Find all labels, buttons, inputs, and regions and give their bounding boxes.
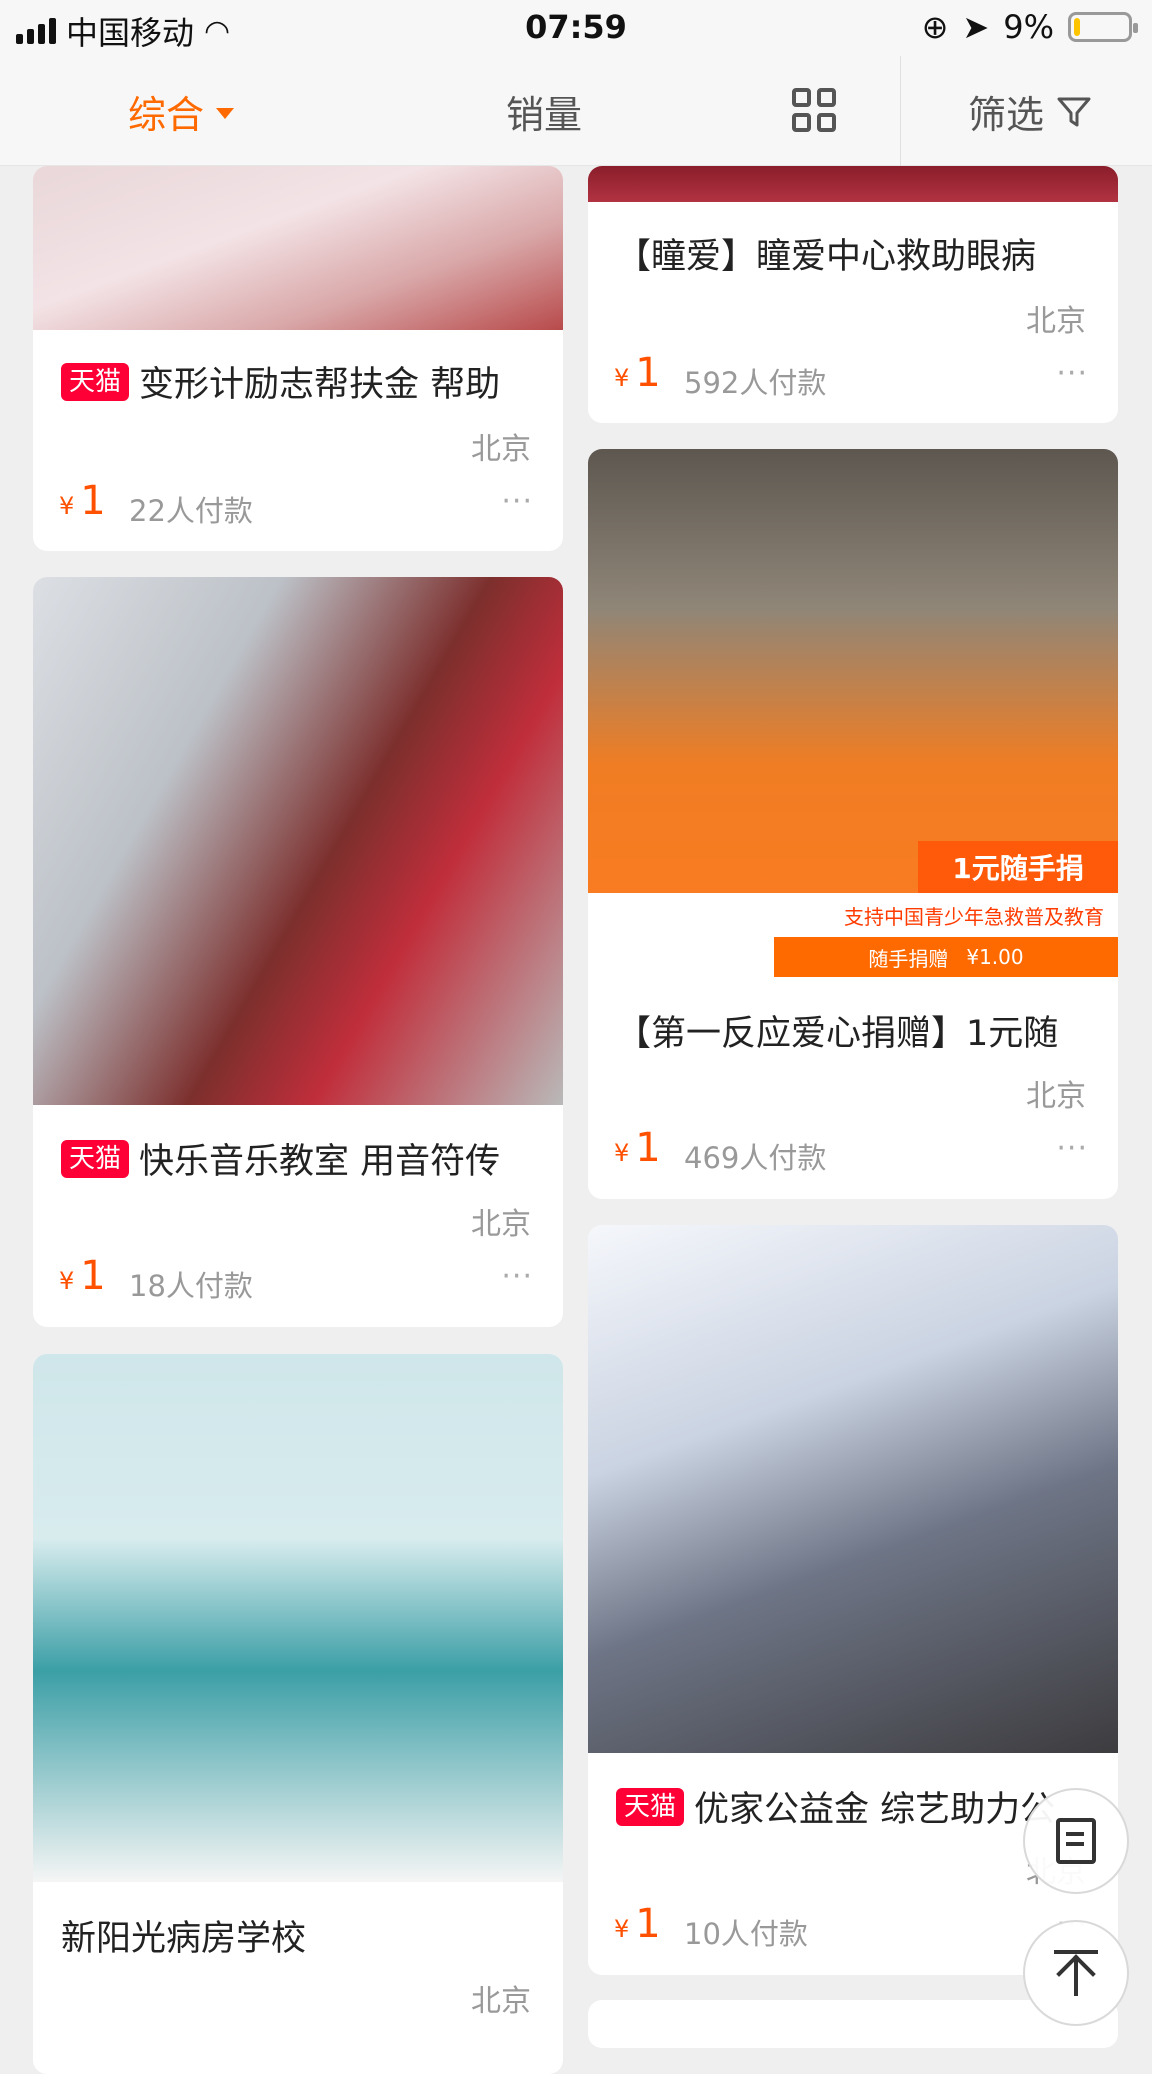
image-strip-label: 随手捐赠 xyxy=(868,946,949,971)
product-location: 北京 xyxy=(471,432,531,467)
sort-comprehensive-label: 综合 xyxy=(128,93,205,137)
product-card[interactable]: 【瞳爱】瞳爱中心救助眼病 北京 ¥ 1 592人付款 ··· xyxy=(588,166,1118,423)
currency-symbol: ¥ xyxy=(614,1139,630,1167)
status-right: ⊕ ➤ 9% xyxy=(921,8,1138,46)
sort-sales-tab[interactable]: 销量 xyxy=(506,84,582,139)
product-location: 北京 xyxy=(1026,304,1086,339)
battery-percent: 9% xyxy=(1003,8,1054,46)
paid-count: 469人付款 xyxy=(684,1141,827,1175)
currency-symbol: ¥ xyxy=(59,1267,75,1295)
image-banner: 支持中国青少年急救普及教育 随手捐赠 ¥1.00 xyxy=(588,893,1118,977)
sort-sales-label: 销量 xyxy=(506,93,583,137)
tmall-badge: 天猫 xyxy=(61,1139,130,1178)
price-value: 1 xyxy=(635,1901,661,1947)
product-title[interactable]: 天猫 变形计励志帮扶金 帮助 xyxy=(61,356,543,407)
image-promo-badge: 1元随手捐 xyxy=(918,841,1118,893)
price-value: 1 xyxy=(80,1253,106,1299)
product-price: ¥ 1 xyxy=(614,350,661,396)
product-image[interactable]: 1元随手捐 支持中国青少年急救普及教育 随手捐赠 ¥1.00 xyxy=(588,449,1118,977)
image-caption: 支持中国青少年急救普及教育 xyxy=(844,905,1104,929)
feedback-button[interactable] xyxy=(1023,1788,1129,1894)
product-title-text: 【第一反应爱心捐赠】1元随 xyxy=(616,1014,1059,1054)
more-options-button[interactable]: ··· xyxy=(1056,356,1088,391)
price-value: 1 xyxy=(80,478,106,524)
currency-symbol: ¥ xyxy=(614,364,630,392)
tmall-badge: 天猫 xyxy=(616,1787,685,1826)
product-title-text: 【瞳爱】瞳爱中心救助眼病 xyxy=(616,237,1037,277)
price-value: 1 xyxy=(635,350,661,396)
product-title-text: 变形计励志帮扶金 帮助 xyxy=(139,365,501,405)
paid-count: 592人付款 xyxy=(684,366,827,400)
filter-button[interactable]: 筛选 xyxy=(968,84,1092,139)
product-location: 北京 xyxy=(1026,1079,1086,1114)
product-image[interactable] xyxy=(33,166,563,330)
currency-symbol: ¥ xyxy=(614,1915,630,1943)
more-options-button[interactable]: ··· xyxy=(501,1259,533,1294)
product-image[interactable] xyxy=(33,1354,563,1882)
image-strip-price: ¥1.00 xyxy=(966,945,1024,969)
product-title[interactable]: 新阳光病房学校 xyxy=(61,1910,543,1961)
more-options-button[interactable]: ··· xyxy=(501,484,533,519)
product-card[interactable]: 天猫 变形计励志帮扶金 帮助 北京 ¥ 1 22人付款 ··· xyxy=(33,166,563,551)
orientation-lock-icon: ⊕ xyxy=(921,8,949,46)
paid-count: 18人付款 xyxy=(129,1269,253,1303)
paid-count: 10人付款 xyxy=(684,1917,808,1951)
product-title[interactable]: 【第一反应爱心捐赠】1元随 xyxy=(616,1005,1098,1056)
tmall-badge: 天猫 xyxy=(61,362,130,401)
product-title-text: 优家公益金 综艺助力公 xyxy=(694,1790,1056,1830)
product-title[interactable]: 【瞳爱】瞳爱中心救助眼病 xyxy=(616,228,1098,279)
sort-comprehensive-tab[interactable]: 综合 xyxy=(128,84,235,139)
back-to-top-button[interactable] xyxy=(1023,1920,1129,2026)
product-card[interactable]: 1元随手捐 支持中国青少年急救普及教育 随手捐赠 ¥1.00 【第一反应爱心捐赠… xyxy=(588,449,1118,1199)
divider xyxy=(900,56,901,166)
product-title-text: 快乐音乐教室 用音符传 xyxy=(139,1142,501,1182)
product-price: ¥ 1 xyxy=(614,1901,661,1947)
product-image[interactable] xyxy=(588,1225,1118,1753)
grid-view-icon[interactable] xyxy=(792,88,836,132)
caret-down-icon xyxy=(216,108,235,119)
product-card[interactable]: 新阳光病房学校 北京 xyxy=(33,1354,563,2074)
arrow-up-icon xyxy=(1054,1950,1098,1996)
product-location: 北京 xyxy=(471,1984,531,2019)
product-price: ¥ 1 xyxy=(59,1253,106,1299)
product-price: ¥ 1 xyxy=(614,1125,661,1171)
sort-filter-bar: 综合 销量 筛选 xyxy=(0,56,1152,166)
status-bar: 中国移动 ◠ 07:59 ⊕ ➤ 9% xyxy=(0,0,1152,56)
product-image[interactable] xyxy=(588,166,1118,202)
paid-count: 22人付款 xyxy=(129,494,253,528)
edit-icon xyxy=(1056,1818,1096,1864)
product-price: ¥ 1 xyxy=(59,478,106,524)
funnel-icon xyxy=(1057,97,1091,126)
product-image[interactable] xyxy=(33,577,563,1105)
location-icon: ➤ xyxy=(962,8,990,46)
image-donate-strip: 随手捐赠 ¥1.00 xyxy=(774,937,1118,977)
product-location: 北京 xyxy=(471,1207,531,1242)
more-options-button[interactable]: ··· xyxy=(1056,1131,1088,1166)
battery-icon xyxy=(1068,12,1138,42)
product-card[interactable]: 天猫 快乐音乐教室 用音符传 北京 ¥ 1 18人付款 ··· xyxy=(33,577,563,1327)
product-title[interactable]: 天猫 快乐音乐教室 用音符传 xyxy=(61,1133,543,1184)
price-value: 1 xyxy=(635,1125,661,1171)
currency-symbol: ¥ xyxy=(59,492,75,520)
filter-label: 筛选 xyxy=(968,93,1045,137)
product-title-text: 新阳光病房学校 xyxy=(61,1919,307,1959)
